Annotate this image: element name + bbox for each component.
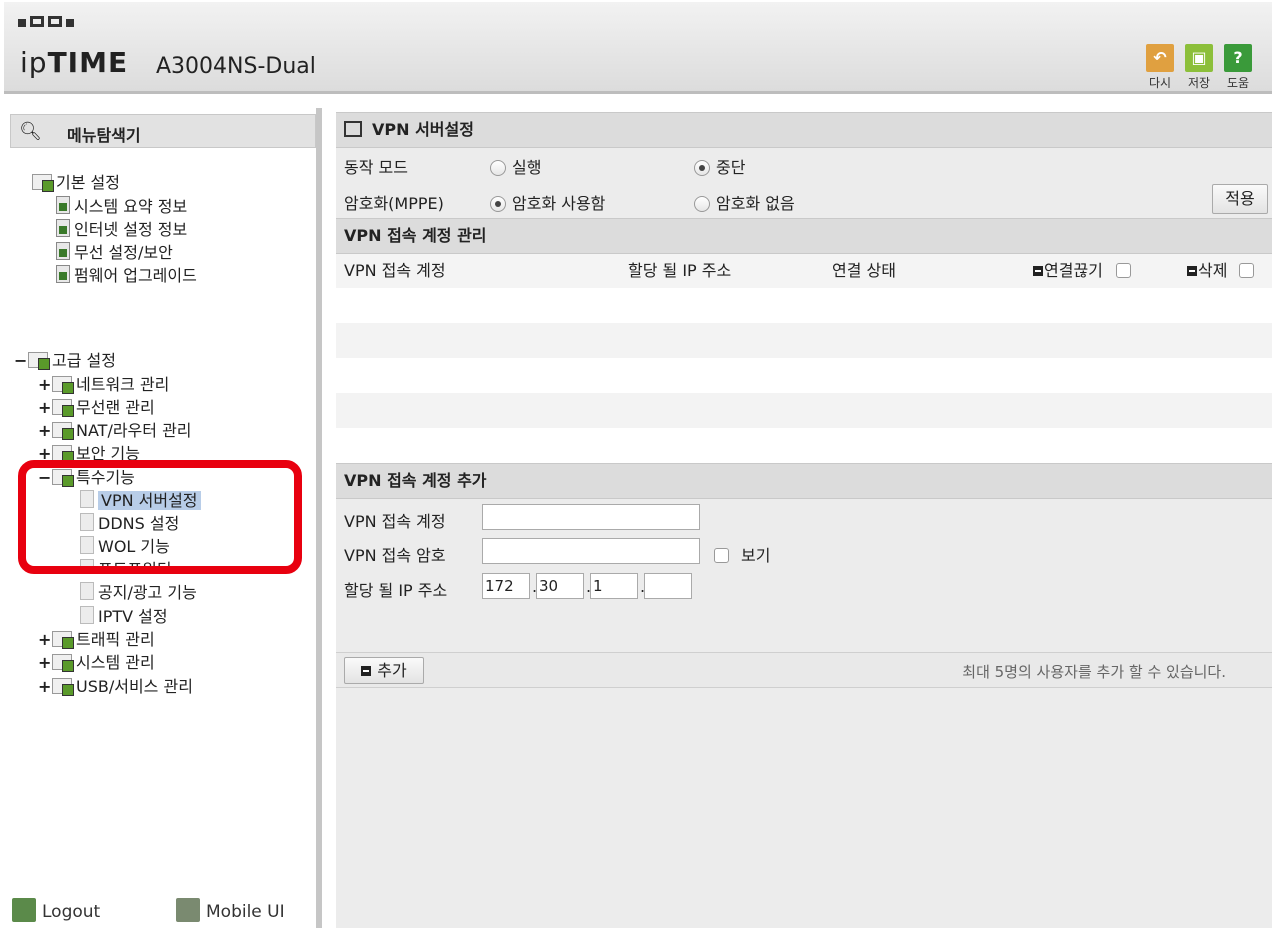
tree-item-notice-ad[interactable]: 공지/광고 기능 xyxy=(80,582,197,604)
add-footer: 추가 최대 5명의 사용자를 추가 할 수 있습니다. xyxy=(336,652,1272,688)
expand-toggle[interactable]: + xyxy=(38,420,52,442)
tree-item-iptv[interactable]: IPTV 설정 xyxy=(80,606,168,628)
folder-icon xyxy=(32,174,54,192)
lock-icon xyxy=(52,445,74,463)
search-icon: 🔍︎ xyxy=(19,121,42,142)
table-row xyxy=(336,288,1272,323)
tree-item-wireless-security[interactable]: 무선 설정/보안 xyxy=(56,242,173,264)
page-icon xyxy=(80,606,94,624)
max-users-note: 최대 5명의 사용자를 추가 할 수 있습니다. xyxy=(962,663,1226,681)
ip-octet-4[interactable] xyxy=(644,573,692,599)
table-row xyxy=(336,393,1272,428)
upload-icon xyxy=(56,265,70,283)
network-icon xyxy=(52,376,74,394)
collapse-toggle[interactable]: − xyxy=(14,350,28,372)
page-icon xyxy=(80,582,94,600)
password-input[interactable] xyxy=(482,538,700,564)
mode-stop-radio[interactable]: 중단 xyxy=(694,154,745,178)
undo-icon: ↶ xyxy=(1146,44,1174,72)
save-icon: ▣ xyxy=(1185,44,1213,72)
ip-octet-2[interactable]: 30 xyxy=(536,573,584,599)
expand-toggle[interactable]: + xyxy=(38,374,52,396)
tree-basic-settings[interactable]: 기본 설정 xyxy=(32,172,120,194)
wifi-icon xyxy=(52,399,74,417)
menu-explorer-button[interactable]: 🔍︎ 메뉴탐색기 xyxy=(10,114,316,148)
col-ip: 할당 될 IP 주소 xyxy=(628,261,732,280)
tree-group-nat-router[interactable]: + NAT/라우터 관리 xyxy=(38,420,192,442)
logout-icon xyxy=(12,898,36,922)
header: ipTIME A3004NS-Dual ↶ 다시 ▣ 저장 ? 도움 xyxy=(4,2,1272,94)
chart-icon xyxy=(52,654,74,672)
save-button[interactable]: ▣ 저장 xyxy=(1183,44,1215,91)
tree-group-system[interactable]: + 시스템 관리 xyxy=(38,652,155,674)
router-icon xyxy=(52,422,74,440)
mobile-ui-link[interactable]: Mobile UI xyxy=(176,898,285,922)
show-password-checkbox[interactable] xyxy=(714,548,729,563)
expand-toggle[interactable]: + xyxy=(38,629,52,651)
expand-toggle[interactable]: + xyxy=(38,676,52,698)
tree-item-system-summary[interactable]: 시스템 요약 정보 xyxy=(56,196,187,218)
account-input[interactable] xyxy=(482,504,700,530)
expand-toggle[interactable]: + xyxy=(38,652,52,674)
logout-link[interactable]: Logout xyxy=(12,898,100,922)
tree-group-usb-service[interactable]: + USB/서비스 관리 xyxy=(38,676,193,698)
table-row xyxy=(336,323,1272,358)
add-button[interactable]: 추가 xyxy=(344,657,424,684)
tree-item-firmware-upgrade[interactable]: 펌웨어 업그레이드 xyxy=(56,265,197,287)
minus-icon xyxy=(1187,266,1197,276)
col-delete: 삭제 xyxy=(1187,254,1254,288)
mobile-icon xyxy=(176,898,200,922)
radio-stop[interactable] xyxy=(694,160,710,176)
col-status: 연결 상태 xyxy=(832,261,896,280)
help-icon: ? xyxy=(1224,44,1252,72)
page-title: VPN 서버설정 xyxy=(336,112,1272,148)
encryption-label: 암호화(MPPE) xyxy=(344,194,444,213)
usb-icon xyxy=(52,678,74,696)
show-password-toggle[interactable]: 보기 xyxy=(714,542,770,566)
logo-mark xyxy=(18,16,74,27)
monitor-icon xyxy=(56,219,70,237)
ip-octet-1[interactable]: 172 xyxy=(482,573,530,599)
model-name: A3004NS-Dual xyxy=(156,54,316,79)
accounts-section-title: VPN 접속 계정 관리 xyxy=(336,218,1272,254)
col-account: VPN 접속 계정 xyxy=(344,261,446,280)
table-row xyxy=(336,358,1272,393)
traffic-icon xyxy=(52,631,74,649)
ip-octet-3[interactable]: 1 xyxy=(590,573,638,599)
mode-label: 동작 모드 xyxy=(344,158,408,177)
minus-icon xyxy=(1033,266,1043,276)
mode-run-radio[interactable]: 실행 xyxy=(490,154,541,178)
chart-icon xyxy=(56,196,70,214)
radio-encrypt-use[interactable] xyxy=(490,196,506,212)
help-button[interactable]: ? 도움 xyxy=(1222,44,1254,91)
col-disconnect: 연결끊기 xyxy=(1033,254,1131,288)
radio-run[interactable] xyxy=(490,160,506,176)
table-row xyxy=(336,428,1272,463)
highlight-annotation xyxy=(18,460,302,574)
password-label: VPN 접속 암호 xyxy=(344,546,446,565)
radio-encrypt-none[interactable] xyxy=(694,196,710,212)
add-section-title: VPN 접속 계정 추가 xyxy=(336,463,1272,499)
wifi-icon xyxy=(56,242,70,260)
tree-group-network[interactable]: + 네트워크 관리 xyxy=(38,374,169,396)
account-label: VPN 접속 계정 xyxy=(344,512,446,531)
expand-toggle[interactable]: + xyxy=(38,397,52,419)
tree-advanced-settings[interactable]: − 고급 설정 xyxy=(14,350,116,372)
folder-icon xyxy=(28,352,50,370)
brand-logo: ipTIME xyxy=(20,46,129,79)
delete-all-checkbox[interactable] xyxy=(1238,263,1254,278)
disconnect-all-checkbox[interactable] xyxy=(1115,263,1131,278)
tree-item-internet-info[interactable]: 인터넷 설정 정보 xyxy=(56,219,187,241)
tree-group-wireless[interactable]: + 무선랜 관리 xyxy=(38,397,155,419)
encryption-use-radio[interactable]: 암호화 사용함 xyxy=(490,190,605,214)
main-panel: VPN 서버설정 동작 모드 실행 중단 암호화(MPPE) 암호화 사용함 암… xyxy=(336,112,1272,928)
plus-icon xyxy=(361,666,372,676)
tree-group-traffic[interactable]: + 트래픽 관리 xyxy=(38,629,155,651)
ip-label: 할당 될 IP 주소 xyxy=(344,581,448,600)
encryption-none-radio[interactable]: 암호화 없음 xyxy=(694,190,795,214)
undo-button[interactable]: ↶ 다시 xyxy=(1144,44,1176,91)
window-icon xyxy=(344,121,362,137)
accounts-table-header: VPN 접속 계정 할당 될 IP 주소 연결 상태 연결끊기 삭제 xyxy=(336,254,1272,288)
apply-button[interactable]: 적용 xyxy=(1212,184,1268,214)
